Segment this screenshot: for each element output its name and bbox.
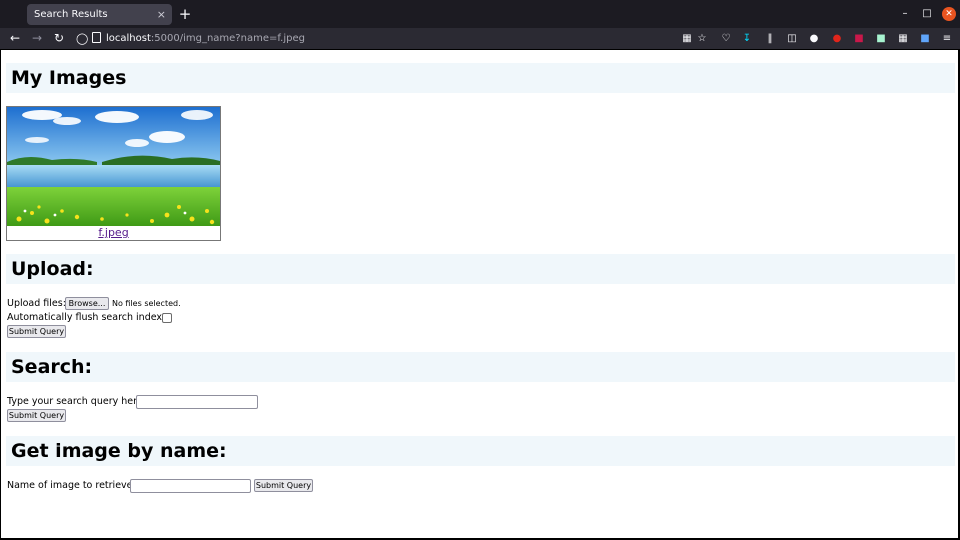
extension-icon-ublock[interactable]: ●	[830, 31, 844, 46]
tab-close-icon[interactable]: ×	[157, 4, 166, 25]
minimize-icon[interactable]: –	[898, 7, 912, 21]
get-image-header: Get image by name:	[6, 436, 955, 466]
new-tab-button[interactable]: +	[178, 4, 192, 25]
tab-search-results[interactable]: Search Results ×	[27, 4, 172, 25]
flush-index-label: Automatically flush search index?	[7, 312, 168, 323]
grid-icon[interactable]: ▦	[680, 31, 694, 46]
tab-title: Search Results	[34, 9, 108, 20]
shield-icon[interactable]: ◯	[76, 31, 88, 46]
search-query-label: Type your search query here	[7, 396, 143, 407]
page-icon[interactable]	[92, 32, 101, 43]
forward-icon[interactable]: →	[29, 30, 45, 47]
extension-icon-green[interactable]: ■	[874, 31, 888, 46]
extension-icon-h[interactable]: ●	[807, 31, 821, 46]
search-submit-button[interactable]: Submit Query	[7, 409, 66, 422]
menu-icon[interactable]: ≡	[940, 31, 954, 46]
get-image-heading: Get image by name:	[11, 440, 227, 462]
upload-submit-button[interactable]: Submit Query	[7, 325, 66, 338]
extension-icon-red[interactable]: ■	[852, 31, 866, 46]
extension-icon-blue[interactable]: ■	[918, 31, 932, 46]
search-heading: Search:	[11, 356, 93, 378]
star-icon[interactable]: ☆	[695, 31, 709, 46]
flush-index-checkbox[interactable]	[162, 313, 172, 323]
image-name-input[interactable]	[130, 479, 251, 493]
reload-icon[interactable]: ↻	[51, 30, 67, 47]
search-query-input[interactable]	[136, 395, 258, 409]
url-bar[interactable]: localhost:5000/img_name?name=f.jpeg	[106, 28, 305, 49]
window-close-icon[interactable]: ✕	[942, 7, 956, 21]
no-files-text: No files selected.	[112, 299, 181, 308]
image-link[interactable]: f.jpeg	[7, 226, 220, 239]
image-name-label: Name of image to retrieve:	[7, 480, 136, 491]
library-icon[interactable]: ‖	[763, 31, 777, 46]
image-card: f.jpeg	[6, 106, 221, 241]
page-viewport: My Images f.jpeg Upload: Upload files: B…	[1, 50, 958, 538]
upload-header: Upload:	[6, 254, 955, 284]
get-image-submit-button[interactable]: Submit Query	[254, 479, 313, 492]
extensions-icon[interactable]: ▦	[896, 31, 910, 46]
page-title: My Images	[11, 67, 127, 89]
back-icon[interactable]: ←	[7, 30, 23, 47]
browse-button[interactable]: Browse...	[65, 297, 109, 310]
tab-bar: Search Results × + – □ ✕	[0, 0, 960, 28]
pocket-icon[interactable]: ♡	[719, 31, 733, 46]
maximize-icon[interactable]: □	[920, 7, 934, 21]
my-images-header: My Images	[6, 63, 955, 93]
search-header: Search:	[6, 352, 955, 382]
sidebar-icon[interactable]: ◫	[785, 31, 799, 46]
url-path: :5000/img_name?name=f.jpeg	[150, 33, 305, 44]
url-host: localhost	[106, 33, 151, 44]
landscape-image[interactable]	[7, 107, 220, 226]
nav-bar: ← → ↻ ◯ localhost:5000/img_name?name=f.j…	[0, 28, 960, 49]
download-icon[interactable]: ↧	[740, 31, 754, 46]
upload-heading: Upload:	[11, 258, 94, 280]
upload-files-label: Upload files:	[7, 298, 66, 309]
